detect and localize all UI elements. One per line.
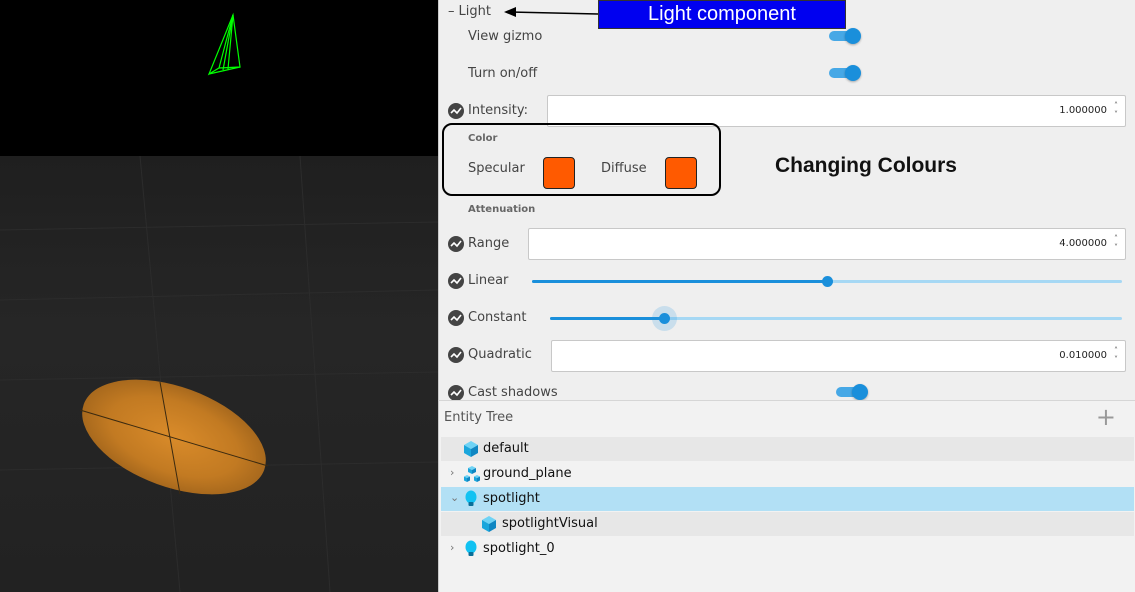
turn-on-off-label: Turn on/off: [468, 66, 538, 81]
plot-icon[interactable]: [448, 236, 464, 252]
light-section-title: Light: [458, 4, 491, 19]
tree-item-label: spotlight: [483, 491, 540, 506]
quadratic-input[interactable]: 0.010000 ˄ ˅: [551, 340, 1126, 372]
light-spot-ellipse: [82, 379, 266, 495]
linear-label: Linear: [468, 273, 509, 288]
plot-icon[interactable]: [448, 103, 464, 119]
add-entity-button[interactable]: +: [1096, 403, 1116, 431]
tree-item-label: default: [483, 441, 529, 456]
range-label: Range: [468, 236, 510, 251]
chevron-right-icon[interactable]: ›: [450, 541, 454, 554]
cast-shadows-toggle[interactable]: [836, 384, 868, 400]
light-section-header[interactable]: – Light: [448, 4, 491, 19]
chevron-down-icon[interactable]: ⌄: [450, 491, 459, 504]
cast-shadows-label: Cast shadows: [468, 385, 558, 400]
collapse-icon[interactable]: –: [448, 4, 455, 19]
plot-icon[interactable]: [448, 347, 464, 363]
cube-icon: [463, 440, 479, 458]
spin-arrows-icon[interactable]: ˄ ˅: [1112, 346, 1120, 364]
intensity-value: 1.000000: [1059, 105, 1107, 116]
tree-item-spotlight-visual[interactable]: spotlightVisual: [441, 512, 1134, 536]
slider-thumb[interactable]: [822, 276, 833, 287]
entity-tree-title: Entity Tree: [444, 410, 514, 425]
view-gizmo-toggle[interactable]: [829, 28, 861, 44]
attenuation-group-label: Attenuation: [468, 204, 536, 215]
light-component-banner: Light component: [598, 0, 846, 29]
plot-icon[interactable]: [448, 310, 464, 326]
component-inspector: – Light View gizmo Turn on/off Intensity:…: [438, 0, 1135, 400]
scene-render: [0, 12, 438, 592]
intensity-label: Intensity:: [468, 103, 529, 118]
color-highlight-box: [442, 123, 721, 196]
plot-icon[interactable]: [448, 273, 464, 289]
floor-grid: [0, 155, 438, 592]
spin-arrows-icon[interactable]: ˄ ˅: [1112, 101, 1120, 119]
entity-tree-panel: Entity Tree + default › ground_plane ⌄ s…: [438, 400, 1135, 592]
tree-item-default[interactable]: default: [441, 437, 1134, 461]
view-gizmo-label: View gizmo: [468, 29, 543, 44]
linear-slider[interactable]: [532, 273, 1122, 289]
chevron-right-icon[interactable]: ›: [450, 466, 454, 479]
tree-item-spotlight[interactable]: ⌄ spotlight: [441, 487, 1134, 511]
quadratic-label: Quadratic: [468, 347, 532, 362]
lightbulb-icon: [463, 490, 479, 508]
turn-on-off-toggle[interactable]: [829, 65, 861, 81]
tree-item-label: spotlightVisual: [502, 516, 598, 531]
cube-icon: [481, 515, 497, 533]
plot-icon[interactable]: [448, 385, 464, 400]
range-value: 4.000000: [1059, 238, 1107, 249]
spin-arrows-icon[interactable]: ˄ ˅: [1112, 234, 1120, 252]
lightbulb-icon: [463, 540, 479, 558]
annotation-arrow: [504, 7, 599, 17]
spotlight-gizmo[interactable]: [207, 12, 241, 76]
model-icon: [463, 465, 480, 483]
tree-item-label: ground_plane: [483, 466, 572, 481]
scene-viewport[interactable]: [0, 0, 438, 592]
tree-item-ground-plane[interactable]: › ground_plane: [441, 462, 1134, 486]
constant-label: Constant: [468, 310, 527, 325]
changing-colours-annotation: Changing Colours: [775, 154, 957, 177]
constant-slider[interactable]: [550, 306, 1122, 331]
tree-item-label: spotlight_0: [483, 541, 555, 556]
range-input[interactable]: 4.000000 ˄ ˅: [528, 228, 1126, 260]
tree-item-spotlight-0[interactable]: › spotlight_0: [441, 537, 1134, 561]
quadratic-value: 0.010000: [1059, 350, 1107, 361]
